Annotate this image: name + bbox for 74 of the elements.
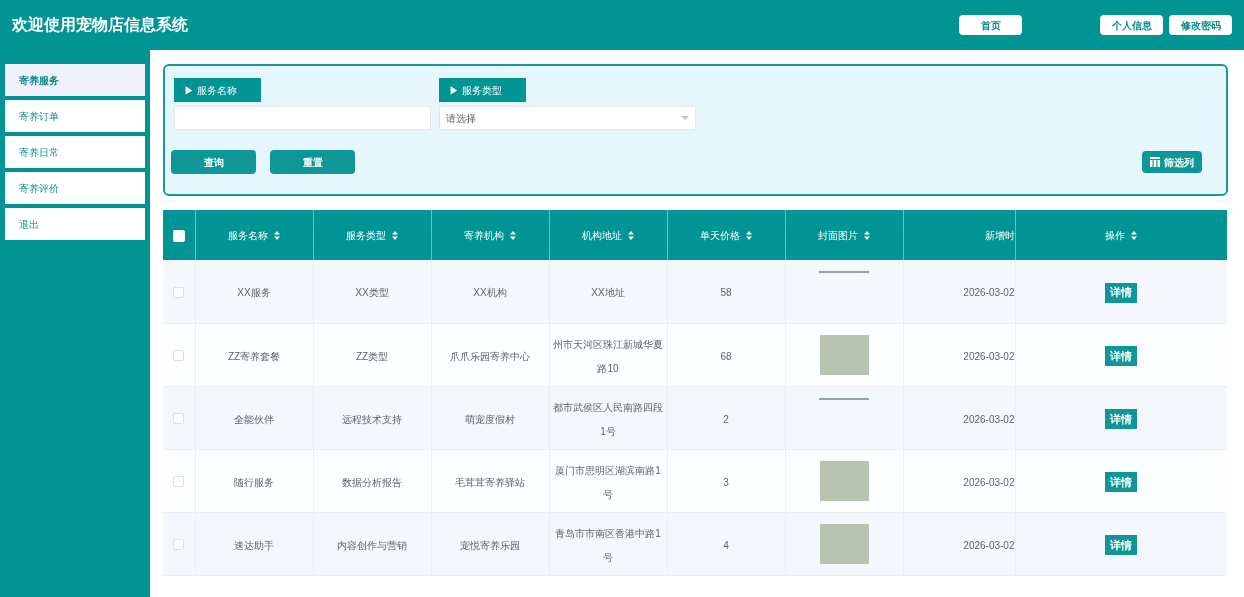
details-button[interactable]: 详情 <box>1105 471 1138 492</box>
filter-columns-button[interactable]: 筛选列 <box>1142 151 1202 173</box>
table-cell: XX地址 <box>591 287 625 299</box>
select-all-checkbox[interactable] <box>172 229 185 242</box>
row-checkbox[interactable] <box>173 412 185 424</box>
column-header[interactable]: 服务类型 <box>346 229 386 241</box>
row-checkbox[interactable] <box>173 349 185 361</box>
details-button[interactable]: 详情 <box>1105 534 1138 555</box>
header-button[interactable]: 个人信息 <box>1100 15 1163 35</box>
table-cell: 2026-03-02 <box>963 287 1015 299</box>
sort-icon[interactable] <box>628 231 634 241</box>
table-cell: 2026-03-02 <box>963 350 1015 362</box>
table-cell: 数据分析报告 <box>342 476 402 488</box>
table-cell: 速达助手 <box>234 539 274 551</box>
field-label: ▶ 服务名称 <box>174 78 261 102</box>
table-cell: 远程技术支持 <box>342 413 402 425</box>
table-cell: 2026-03-02 <box>963 539 1015 551</box>
table-cell: 毛茸茸寄养驿站 <box>455 476 525 488</box>
name-input[interactable] <box>174 106 431 130</box>
details-button[interactable]: 详情 <box>1105 282 1138 303</box>
column-header[interactable]: 单天价格 <box>700 229 740 241</box>
table-cell: 萌宠度假村 <box>465 413 515 425</box>
table-cell: 厦门市思明区湖滨南路1号 <box>555 464 661 500</box>
search-panel-button[interactable]: 查询 <box>171 150 256 174</box>
table-cell: XX机构 <box>473 287 507 299</box>
table-cell: XX类型 <box>355 287 389 299</box>
row-checkbox[interactable] <box>173 286 185 298</box>
sort-icon[interactable] <box>1131 231 1137 241</box>
sort-icon[interactable] <box>392 231 398 241</box>
search-panel-button[interactable]: 重置 <box>270 150 355 174</box>
table-cell: 2 <box>723 413 729 425</box>
table-cell: 宠悦寄养乐园 <box>460 539 520 551</box>
column-header[interactable]: 机构地址 <box>582 229 622 241</box>
sort-icon[interactable] <box>746 231 752 241</box>
type-select[interactable]: 请选择 <box>439 106 696 130</box>
table-cell: 随行服务 <box>234 476 274 488</box>
table-cell: 州市天河区珠江新城华夏路10 <box>553 338 663 374</box>
table-cell: 2026-03-02 <box>963 413 1015 425</box>
sidebar-item[interactable]: 退出 <box>5 208 145 240</box>
table-cell: ZZ类型 <box>355 350 389 362</box>
sidebar-item[interactable]: 寄养订单 <box>5 100 145 132</box>
row-checkbox[interactable] <box>173 475 185 487</box>
table-cell: 2026-03-02 <box>963 476 1015 488</box>
row-checkbox[interactable] <box>173 538 185 550</box>
field-label: ▶ 服务类型 <box>439 78 526 102</box>
sidebar-item[interactable]: 寄养服务 <box>5 64 145 96</box>
table-cell: 68 <box>720 350 732 362</box>
columns-icon <box>1150 157 1160 167</box>
table-cell: XX服务 <box>237 287 271 299</box>
table-cell: 全能伙伴 <box>234 413 274 425</box>
table-cell: 4 <box>723 539 729 551</box>
table-cell: ZZ寄养套餐 <box>227 350 281 362</box>
table-cell: 青岛市市南区香港中路1号 <box>555 527 661 563</box>
table-cell: 3 <box>723 476 729 488</box>
table-cell: 内容创作与营销 <box>337 539 407 551</box>
column-header[interactable]: 操作 <box>1105 229 1125 241</box>
column-header[interactable]: 封面图片 <box>818 229 858 241</box>
app-title: 欢迎使用宠物店信息系统 <box>12 15 188 35</box>
sidebar-item[interactable]: 寄养评价 <box>5 172 145 204</box>
table-cell: 都市武侯区人民南路四段1号 <box>553 401 663 437</box>
sort-icon[interactable] <box>510 231 516 241</box>
column-header[interactable]: 寄养机构 <box>464 229 504 241</box>
header-button[interactable]: 修改密码 <box>1169 15 1232 35</box>
column-header[interactable]: 新增时 <box>984 229 1015 241</box>
details-button[interactable]: 详情 <box>1105 345 1138 366</box>
sort-icon[interactable] <box>274 231 280 241</box>
table-cell: 58 <box>720 287 732 299</box>
sidebar-item[interactable]: 寄养日常 <box>5 136 145 168</box>
details-button[interactable]: 详情 <box>1105 408 1138 429</box>
caret-icon <box>681 116 689 120</box>
header-button[interactable]: 首页 <box>959 15 1022 35</box>
table-cell: 爪爪乐园寄养中心 <box>450 350 530 362</box>
column-header[interactable]: 服务名称 <box>228 229 268 241</box>
sort-icon[interactable] <box>864 231 870 241</box>
